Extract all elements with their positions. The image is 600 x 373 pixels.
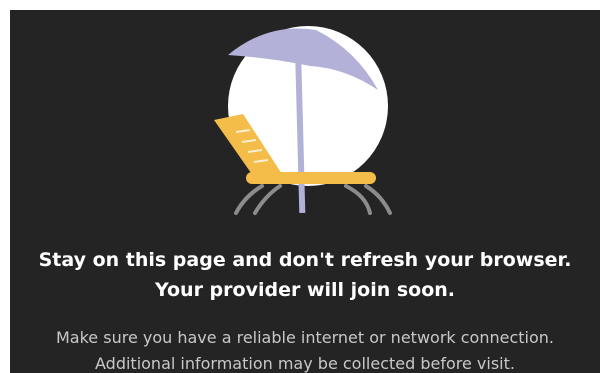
waiting-heading-line1: Stay on this page and don't refresh your… — [38, 249, 572, 271]
chair-legs-icon — [234, 184, 392, 215]
connection-instruction-line1: Make sure you have a reliable internet o… — [56, 328, 554, 347]
waiting-heading-line2: Your provider will join soon. — [154, 279, 456, 301]
waiting-room-panel: Stay on this page and don't refresh your… — [10, 10, 600, 373]
beach-lounge-chair-umbrella-icon — [214, 26, 392, 215]
beach-illustration — [10, 10, 600, 240]
connection-instruction-line2: Additional information may be collected … — [95, 354, 515, 373]
chair-seat-icon — [246, 172, 376, 184]
